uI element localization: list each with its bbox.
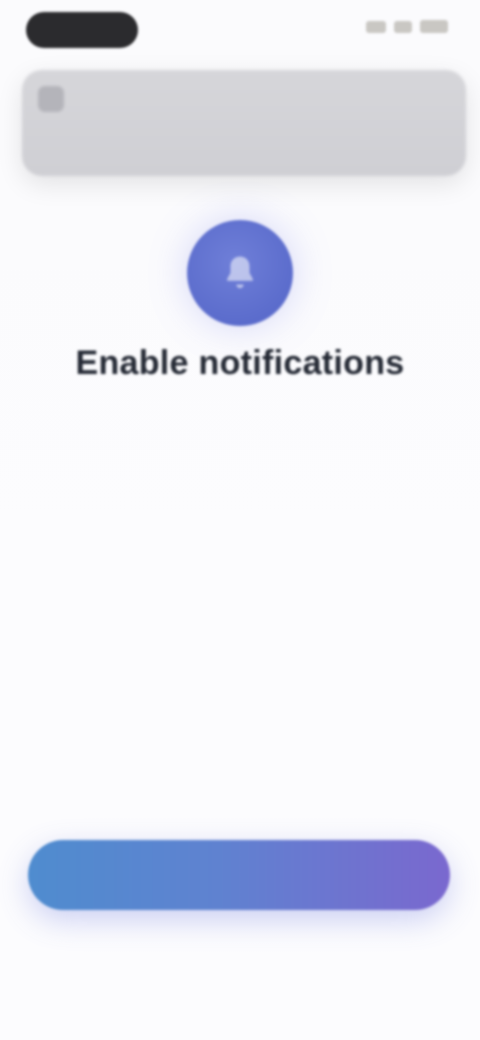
enable-notifications-button[interactable]	[28, 840, 450, 910]
onboarding-notifications-screen: Enable notifications	[0, 0, 480, 1040]
wifi-icon	[394, 20, 412, 33]
bell-icon	[227, 256, 253, 289]
app-icon	[38, 86, 64, 112]
signal-icon	[366, 20, 386, 33]
bell-badge	[187, 220, 293, 326]
status-time	[26, 12, 138, 48]
status-bar	[0, 0, 480, 60]
battery-icon	[420, 20, 448, 33]
status-icons	[366, 20, 448, 33]
notification-preview-card	[22, 70, 466, 176]
page-title: Enable notifications	[75, 344, 405, 382]
